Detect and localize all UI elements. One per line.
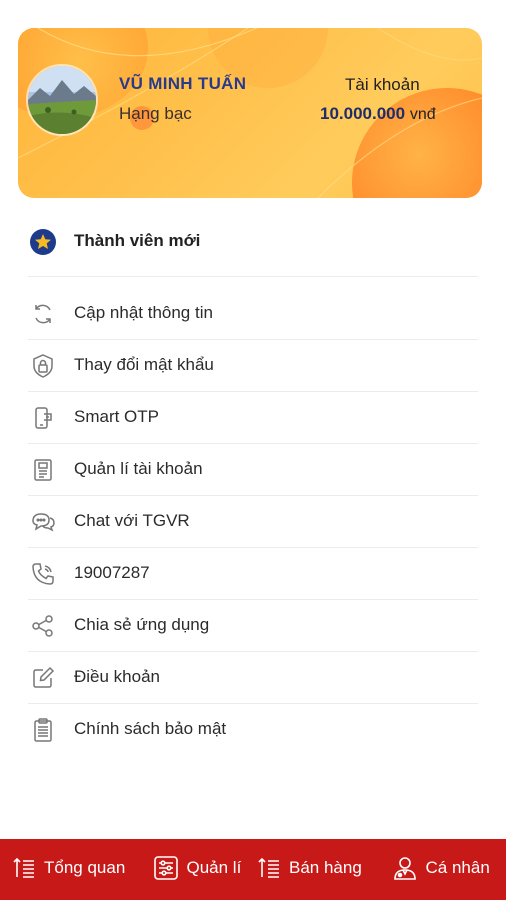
menu-item-label: Quản lí tài khoản: [74, 459, 203, 478]
tab-label: Bán hàng: [289, 858, 362, 877]
membership-row[interactable]: Thành viên mới: [28, 222, 478, 277]
menu-item-label: Smart OTP: [74, 407, 160, 426]
user-icon: [393, 857, 416, 880]
menu-item-share-app[interactable]: Chia sẻ ứng dụng: [28, 600, 478, 652]
user-name: VŨ MINH TUẤN: [119, 74, 247, 93]
avatar[interactable]: [26, 64, 98, 136]
share-icon: [32, 615, 53, 637]
menu-item-label: Cập nhật thông tin: [74, 303, 213, 322]
tab-sales[interactable]: Bán hàng: [253, 839, 380, 900]
tab-label: Quản lí: [186, 858, 242, 877]
tab-label: Cá nhân: [425, 858, 490, 877]
tab-manage[interactable]: Quản lí: [127, 839, 254, 900]
settings-menu: Cập nhật thông tin Thay đổi mật khẩu Sma…: [28, 288, 478, 756]
menu-item-label: Chia sẻ ứng dụng: [74, 615, 210, 634]
menu-item-terms[interactable]: Điều khoản: [28, 652, 478, 704]
menu-item-chat[interactable]: Chat với TGVR: [28, 496, 478, 548]
sort-list-icon: [13, 857, 34, 878]
menu-item-label: 19007287: [74, 563, 150, 582]
menu-item-label: Chat với TGVR: [74, 511, 190, 530]
balance-currency: vnđ: [409, 106, 436, 123]
menu-item-account-management[interactable]: Quản lí tài khoản: [28, 444, 478, 496]
chat-icon: [32, 513, 55, 532]
menu-item-update-info[interactable]: Cập nhật thông tin: [28, 288, 478, 340]
refresh-icon: [35, 304, 51, 324]
tab-personal[interactable]: Cá nhân: [380, 839, 506, 900]
star-badge-icon: [30, 229, 56, 255]
tab-overview[interactable]: Tổng quan: [0, 839, 127, 900]
phone-call-icon: [32, 563, 54, 585]
account-balance: 10.000.000 vnđ: [320, 104, 436, 124]
sliders-icon: [153, 856, 178, 880]
profile-card: VŨ MINH TUẤN Hạng bạc Tài khoản 10.000.0…: [18, 28, 482, 198]
menu-item-privacy-policy[interactable]: Chính sách bảo mật: [28, 704, 478, 756]
menu-item-label: Thay đổi mật khẩu: [74, 355, 214, 374]
clipboard-icon: [34, 718, 52, 742]
balance-amount: 10.000.000: [320, 104, 406, 123]
menu-item-label: Điều khoản: [74, 667, 161, 686]
bottom-tab-bar: Tổng quan Quản lí Bán hàng Cá nhân: [0, 839, 506, 900]
lock-shield-icon: [33, 354, 53, 378]
menu-item-smart-otp[interactable]: Smart OTP: [28, 392, 478, 444]
menu-item-label: Chính sách bảo mật: [74, 719, 227, 738]
tab-label: Tổng quan: [44, 858, 126, 877]
member-rank: Hạng bạc: [119, 104, 192, 123]
sort-list-icon: [258, 857, 279, 878]
edit-icon: [33, 666, 55, 688]
menu-item-hotline[interactable]: 19007287: [28, 548, 478, 600]
account-card-icon: [34, 459, 52, 481]
account-label: Tài khoản: [345, 75, 420, 94]
phone-otp-icon: [35, 407, 52, 429]
menu-item-change-password[interactable]: Thay đổi mật khẩu: [28, 340, 478, 392]
membership-label: Thành viên mới: [74, 231, 201, 250]
